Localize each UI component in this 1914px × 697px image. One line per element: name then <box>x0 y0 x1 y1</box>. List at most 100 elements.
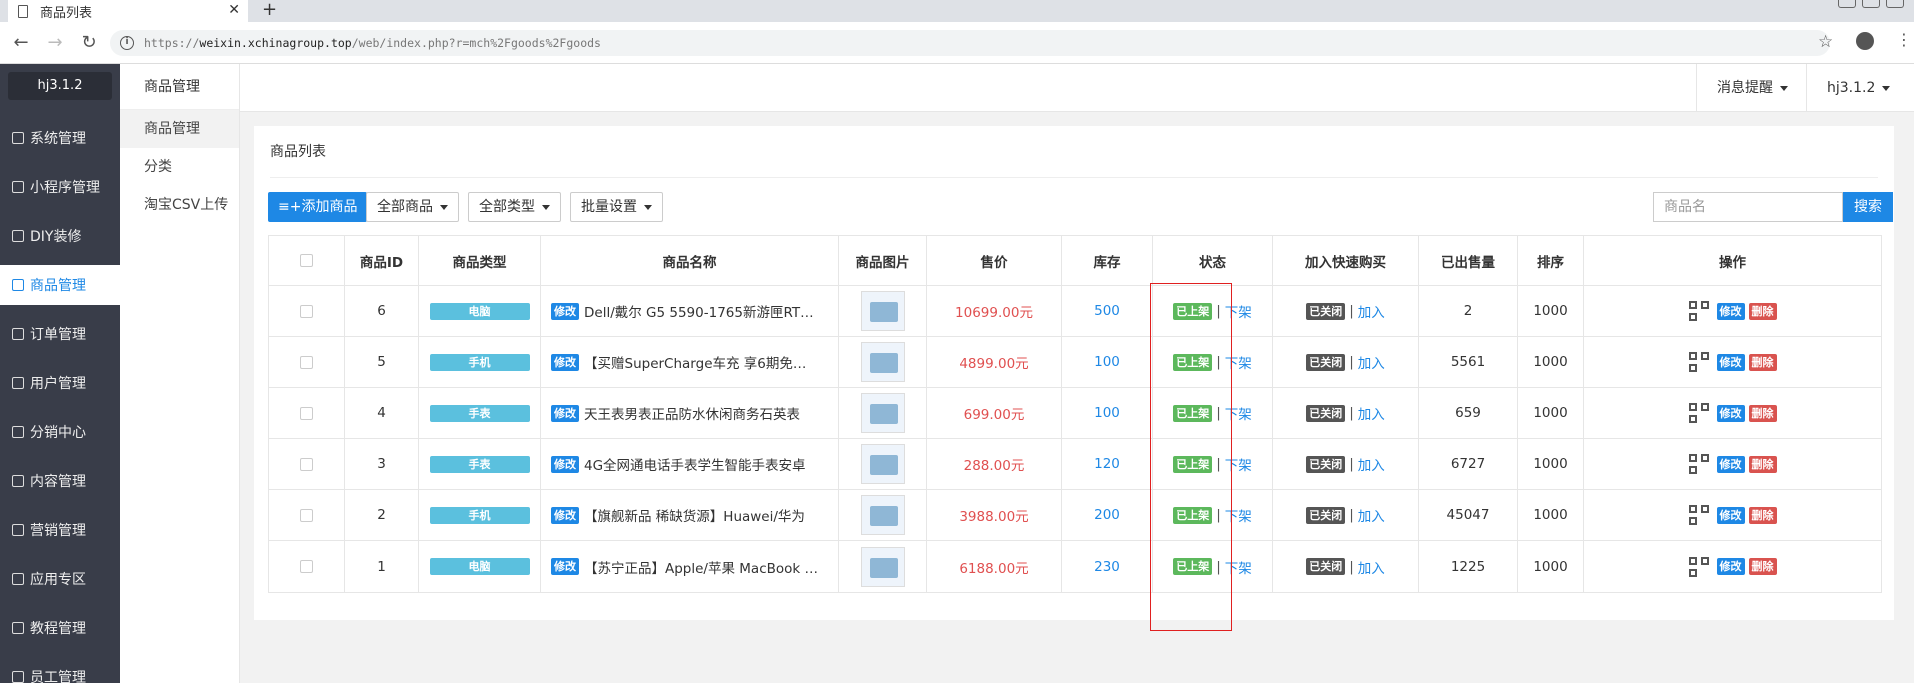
row-checkbox[interactable] <box>300 508 313 522</box>
table-row: 1 电脑 修改 【苏宁正品】Apple/苹果 MacBook Air 6188.00元 2… <box>269 541 1881 592</box>
edit-name-button[interactable]: 修改 <box>551 404 579 422</box>
row-checkbox[interactable] <box>300 355 313 369</box>
minimize-icon[interactable] <box>1838 0 1856 8</box>
delete-button[interactable]: 删除 <box>1748 404 1777 422</box>
new-tab-icon[interactable]: + <box>262 0 277 20</box>
filter-type-label: 全部类型 <box>479 199 535 215</box>
type-badge: 手机 <box>429 353 530 371</box>
sub-item-goods[interactable]: 商品管理 <box>120 110 239 148</box>
reload-icon[interactable]: ↻ <box>76 32 102 53</box>
quick-buy-add-link[interactable]: 加入 <box>1358 557 1385 577</box>
sidebar-item[interactable]: DIY装修 <box>0 216 120 256</box>
maximize-icon[interactable] <box>1862 0 1880 8</box>
delete-button[interactable]: 删除 <box>1748 455 1777 473</box>
table-row: 3 手表 修改 4G全网通电话手表学生智能手表安卓 288.00元 120 已上架 | 下架 已关… <box>269 439 1881 490</box>
sub-item-category[interactable]: 分类 <box>120 148 239 186</box>
edit-button[interactable]: 修改 <box>1716 455 1745 473</box>
edit-name-button[interactable]: 修改 <box>551 353 579 371</box>
goods-price: 288.00元 <box>963 458 1025 474</box>
info-icon[interactable]: i <box>120 36 134 50</box>
delete-button[interactable]: 删除 <box>1748 506 1777 524</box>
sidebar-item[interactable]: 商品管理 <box>0 265 120 305</box>
sort-order: 1000 <box>1533 354 1568 370</box>
table-row: 4 手表 修改 天王表男表正品防水休闲商务石英表 699.00元 100 已上架 | 下架 已关闭… <box>269 388 1881 439</box>
add-goods-button[interactable]: ≡+添加商品 <box>268 192 368 222</box>
filter-goods-dropdown[interactable]: 全部商品 <box>366 192 459 222</box>
goods-stock[interactable]: 200 <box>1094 507 1120 523</box>
quick-buy-badge: 已关闭 <box>1306 455 1346 473</box>
close-icon[interactable]: ✕ <box>228 2 240 18</box>
bookmark-star-icon[interactable]: ☆ <box>1818 32 1833 52</box>
edit-name-button[interactable]: 修改 <box>551 455 579 473</box>
sidebar-item[interactable]: 内容管理 <box>0 461 120 501</box>
quick-buy-badge: 已关闭 <box>1306 404 1346 422</box>
qrcode-icon[interactable] <box>1688 403 1709 423</box>
url-input[interactable]: i https://weixin.xchinagroup.top/web/ind… <box>110 30 1830 56</box>
close-window-icon[interactable] <box>1886 0 1904 8</box>
sub-item-csv-upload[interactable]: 淘宝CSV上传 <box>120 186 239 224</box>
edit-name-button[interactable]: 修改 <box>551 302 579 320</box>
back-icon[interactable]: ← <box>8 32 34 53</box>
messages-dropdown[interactable]: 消息提醒 <box>1696 64 1808 112</box>
row-checkbox[interactable] <box>300 406 313 420</box>
quick-buy-add-link[interactable]: 加入 <box>1358 505 1385 525</box>
edit-button[interactable]: 修改 <box>1716 302 1745 320</box>
quick-buy-add-link[interactable]: 加入 <box>1358 403 1385 423</box>
delete-button[interactable]: 删除 <box>1748 558 1777 575</box>
goods-id: 3 <box>377 456 386 472</box>
edit-name-button[interactable]: 修改 <box>551 558 579 575</box>
browser-menu-icon[interactable]: ⋮ <box>1896 30 1912 49</box>
quick-buy-badge: 已关闭 <box>1306 506 1346 524</box>
clipboard-icon <box>12 279 24 291</box>
sidebar-item[interactable]: 用户管理 <box>0 363 120 403</box>
quick-buy-add-link[interactable]: 加入 <box>1358 301 1385 321</box>
sidebar-item[interactable]: 员工管理 <box>0 657 120 697</box>
search-input[interactable]: 商品名 <box>1653 192 1843 222</box>
edit-button[interactable]: 修改 <box>1716 404 1745 422</box>
row-checkbox[interactable] <box>300 560 313 573</box>
goods-image <box>860 291 905 331</box>
delete-button[interactable]: 删除 <box>1748 302 1777 320</box>
user-icon <box>12 377 24 389</box>
goods-stock[interactable]: 120 <box>1094 456 1120 472</box>
select-all-checkbox[interactable] <box>300 254 313 267</box>
user-dropdown[interactable]: hj3.1.2 <box>1806 64 1910 112</box>
browser-tab[interactable]: 商品列表 ✕ <box>8 0 248 22</box>
sidebar-item[interactable]: 应用专区 <box>0 559 120 599</box>
goods-stock[interactable]: 100 <box>1094 354 1120 370</box>
sold-count: 659 <box>1455 405 1481 421</box>
delete-button[interactable]: 删除 <box>1748 353 1777 371</box>
sidebar-item[interactable]: 营销管理 <box>0 510 120 550</box>
sidebar-item[interactable]: 订单管理 <box>0 314 120 354</box>
qrcode-icon[interactable] <box>1688 352 1709 372</box>
edit-button[interactable]: 修改 <box>1716 353 1745 371</box>
qrcode-icon[interactable] <box>1688 454 1709 474</box>
edit-name-button[interactable]: 修改 <box>551 506 579 524</box>
sidebar-item[interactable]: 教程管理 <box>0 608 120 648</box>
batch-settings-dropdown[interactable]: 批量设置 <box>570 192 663 222</box>
goods-stock[interactable]: 230 <box>1094 559 1120 575</box>
edit-button[interactable]: 修改 <box>1716 506 1745 524</box>
row-checkbox[interactable] <box>300 457 313 471</box>
qrcode-icon[interactable] <box>1688 505 1709 525</box>
quick-buy-add-link[interactable]: 加入 <box>1358 352 1385 372</box>
sidebar-item[interactable]: 系统管理 <box>0 118 120 158</box>
table-row: 5 手机 修改 【买赠SuperCharge车充 享6期免息】 4899.00元 100 已… <box>269 337 1881 388</box>
quick-buy-add-link[interactable]: 加入 <box>1358 454 1385 474</box>
row-checkbox[interactable] <box>300 304 313 318</box>
edit-button[interactable]: 修改 <box>1716 558 1745 575</box>
forward-icon[interactable]: → <box>42 32 68 53</box>
chevron-down-icon <box>644 204 652 210</box>
add-goods-label: 添加商品 <box>301 199 358 215</box>
separator: | <box>1349 405 1354 421</box>
account-icon[interactable] <box>1856 32 1874 50</box>
qrcode-icon[interactable] <box>1688 556 1709 577</box>
goods-stock[interactable]: 500 <box>1094 303 1120 319</box>
search-button[interactable]: 搜索 <box>1843 192 1893 222</box>
goods-stock[interactable]: 100 <box>1094 405 1120 421</box>
sidebar-item[interactable]: 小程序管理 <box>0 167 120 207</box>
sidebar-item[interactable]: 分销中心 <box>0 412 120 452</box>
filter-type-dropdown[interactable]: 全部类型 <box>468 192 561 222</box>
version-label: hj3.1.2 <box>8 72 112 100</box>
qrcode-icon[interactable] <box>1688 301 1709 321</box>
